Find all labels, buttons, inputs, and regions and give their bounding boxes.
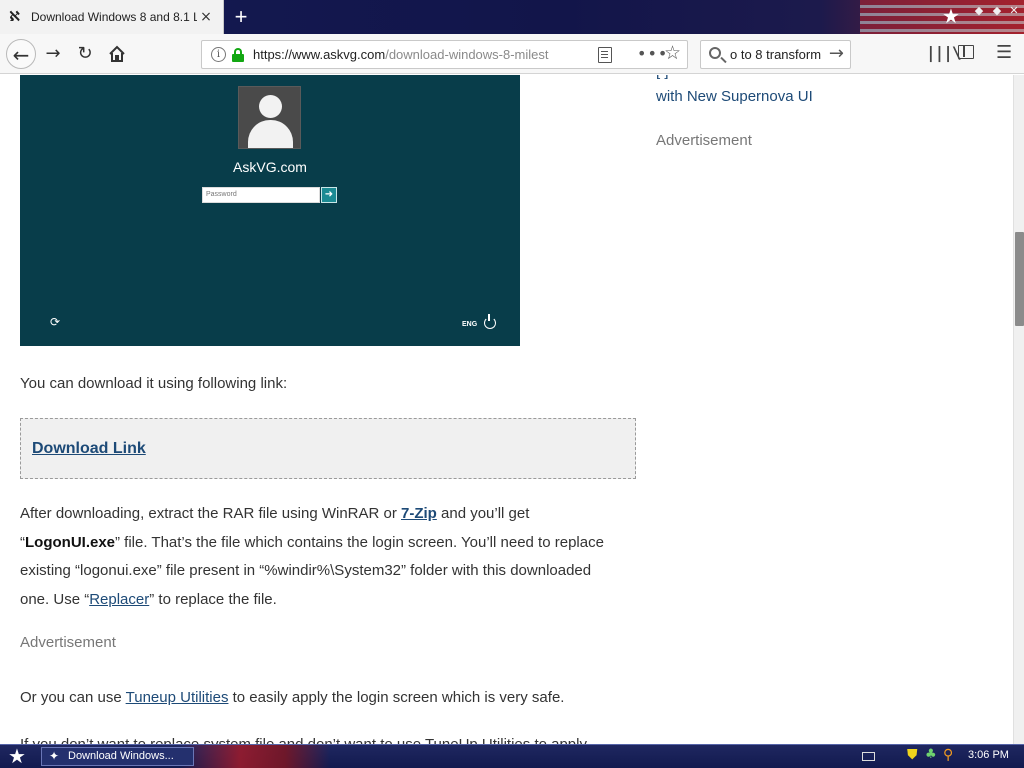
- new-tab-button[interactable]: +: [228, 4, 254, 30]
- menu-icon[interactable]: ☰: [996, 42, 1012, 63]
- back-button[interactable]: ←: [6, 39, 36, 69]
- lock-icon[interactable]: [232, 48, 244, 62]
- screen: ℵ Download Windows 8 and 8.1 Logi × + ★ …: [0, 0, 1024, 768]
- clock[interactable]: 3:06 PM: [968, 749, 1009, 761]
- paragraph-line: “LogonUI.exe” file. That’s the file whic…: [20, 534, 604, 551]
- download-link[interactable]: Download Link: [32, 440, 146, 458]
- 7zip-link[interactable]: 7-Zip: [401, 505, 437, 522]
- url-host: https://www.askvg.com: [253, 47, 386, 62]
- back-arrow-icon: ←: [12, 43, 30, 67]
- sidebar-cut-text: [ ]: [656, 75, 669, 80]
- bookmark-star-icon[interactable]: ☆: [664, 42, 681, 64]
- replacer-link[interactable]: Replacer: [89, 591, 149, 608]
- url-path: /download-windows-8-milest: [385, 47, 549, 62]
- library-icon[interactable]: |||\: [926, 43, 962, 62]
- submit-arrow-icon: ➜: [321, 187, 337, 203]
- system-tray: ⛊ ♣ ⚲ 3:06 PM: [850, 745, 1024, 768]
- paragraph-line: After downloading, extract the RAR file …: [20, 505, 530, 522]
- advertisement-label: Advertisement: [20, 634, 116, 651]
- login-username: AskVG.com: [233, 159, 307, 175]
- url-text[interactable]: https://www.askvg.com/download-windows-8…: [253, 47, 563, 62]
- home-icon: [109, 45, 125, 62]
- close-window-icon[interactable]: ✕: [1006, 3, 1022, 19]
- search-bar[interactable]: o to 8 transform →: [700, 40, 851, 69]
- sidebar-advertisement-label: Advertisement: [656, 132, 752, 149]
- vertical-scrollbar[interactable]: [1013, 75, 1024, 744]
- maximize-icon[interactable]: ◆: [989, 3, 1005, 19]
- login-screen-image: AskVG.com Password ➜ ⟳ ENG: [20, 75, 520, 346]
- shield-icon[interactable]: ⛊: [907, 747, 918, 763]
- start-button-star-icon[interactable]: ★: [8, 745, 26, 767]
- search-icon: [709, 47, 721, 59]
- reload-icon: ↻: [77, 43, 93, 64]
- taskbar-decoration: [180, 745, 330, 768]
- paragraph-line: one. Use “Replacer” to replace the file.: [20, 591, 277, 608]
- search-tray-icon[interactable]: ⚲: [943, 747, 953, 763]
- password-field-image: Password: [202, 187, 320, 203]
- paragraph-line: Or you can use Tuneup Utilities to easil…: [20, 689, 565, 706]
- scrollbar-thumb[interactable]: [1015, 232, 1024, 326]
- tab-title: Download Windows 8 and 8.1 Logi: [31, 10, 197, 24]
- home-button[interactable]: [102, 39, 132, 69]
- taskbar: ★ ✦ Download Windows... ⛊ ♣ ⚲ 3:06 PM: [0, 744, 1024, 768]
- logonui-filename: LogonUI.exe: [25, 534, 116, 551]
- paragraph-line-cut: If you don’t want to replace system file…: [20, 731, 587, 744]
- taskbar-item-label: Download Windows...: [68, 750, 174, 762]
- keyboard-icon[interactable]: [862, 752, 875, 761]
- forward-arrow-icon: →: [45, 43, 61, 64]
- user-avatar: [238, 86, 301, 149]
- taskbar-item-firefox[interactable]: ✦ Download Windows...: [41, 747, 194, 766]
- download-box: Download Link: [20, 418, 636, 479]
- page-viewport: AskVG.com Password ➜ ⟳ ENG You can downl…: [0, 75, 1013, 744]
- reader-view-icon[interactable]: [598, 47, 612, 63]
- minimize-icon[interactable]: ◆: [971, 3, 987, 19]
- search-go-arrow-icon[interactable]: →: [829, 43, 844, 64]
- network-icon[interactable]: ♣: [925, 747, 937, 762]
- paragraph-line: existing “logonui.exe” file present in “…: [20, 562, 592, 579]
- askvg-favicon-icon: ℵ: [9, 9, 21, 25]
- sidebar-icon[interactable]: [958, 45, 974, 59]
- download-intro: You can download it using following link…: [20, 375, 288, 392]
- info-icon[interactable]: i: [211, 47, 226, 62]
- related-post-link[interactable]: with New Supernova UI: [656, 88, 813, 105]
- theme-star-icon: ★: [942, 4, 960, 28]
- tab-active[interactable]: ℵ Download Windows 8 and 8.1 Logi ×: [0, 0, 224, 34]
- reload-button[interactable]: ↻: [70, 39, 100, 69]
- tuneup-utilities-link[interactable]: Tuneup Utilities: [126, 689, 229, 706]
- url-bar[interactable]: i https://www.askvg.com/download-windows…: [201, 40, 688, 69]
- tab-strip: ℵ Download Windows 8 and 8.1 Logi × + ★ …: [0, 0, 1024, 34]
- power-icon: [484, 314, 496, 329]
- navigation-toolbar: ← → ↻ i https://www.askvg.com/download-w…: [0, 34, 1024, 74]
- firefox-icon: ✦: [49, 749, 60, 763]
- forward-button[interactable]: →: [38, 39, 68, 69]
- search-input[interactable]: o to 8 transform: [730, 47, 821, 62]
- tab-close-icon[interactable]: ×: [197, 8, 215, 26]
- ease-of-access-icon: ⟳: [50, 315, 61, 329]
- language-indicator: ENG: [462, 321, 478, 328]
